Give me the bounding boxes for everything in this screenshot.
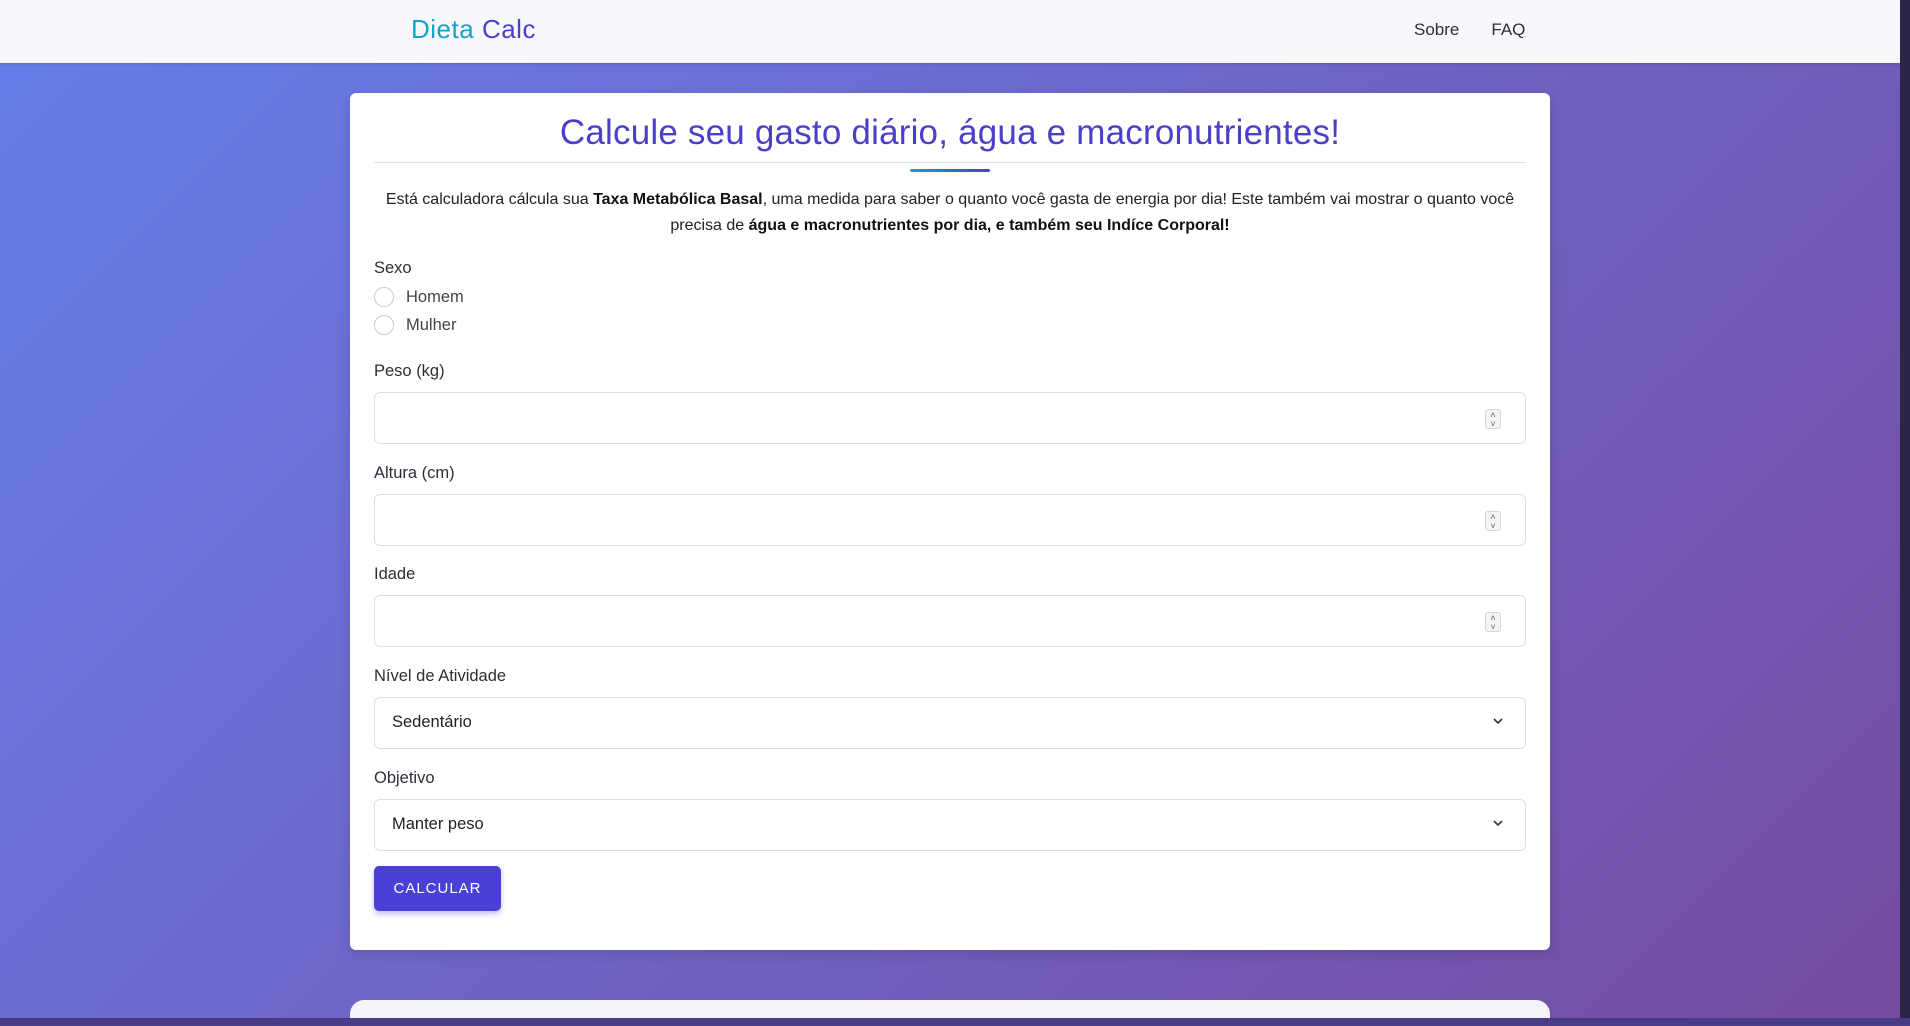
- intro-text: Está calculadora cálcula sua Taxa Metabó…: [374, 187, 1526, 239]
- altura-input[interactable]: ˄ ˅: [374, 494, 1526, 546]
- peso-spinner-icon[interactable]: ˄ ˅: [1485, 409, 1501, 429]
- atividade-selected-value: Sedentário: [392, 713, 472, 731]
- calculator-card: Calcule seu gasto diário, água e macronu…: [350, 93, 1550, 950]
- title-divider: [374, 162, 1526, 163]
- idade-spinner-icon[interactable]: ˄ ˅: [1485, 612, 1501, 632]
- altura-label: Altura (cm): [374, 464, 455, 482]
- window-edge-right: [1900, 0, 1910, 1026]
- idade-input[interactable]: ˄ ˅: [374, 595, 1526, 647]
- radio-circle-homem[interactable]: [374, 287, 394, 307]
- nav-link-faq[interactable]: FAQ: [1491, 20, 1525, 40]
- altura-spinner-icon[interactable]: ˄ ˅: [1485, 511, 1501, 531]
- nav-links: Sobre FAQ: [1414, 20, 1525, 40]
- idade-label: Idade: [374, 565, 416, 583]
- objetivo-label: Objetivo: [374, 769, 435, 787]
- nav-link-sobre[interactable]: Sobre: [1414, 20, 1459, 40]
- page-title: Calcule seu gasto diário, água e macronu…: [559, 113, 1341, 152]
- intro-text-bold2: água e macronutrientes por dia, e também…: [748, 217, 1230, 234]
- intro-text-part1: Está calculadora cálcula sua: [385, 191, 594, 208]
- atividade-select[interactable]: Sedentário: [374, 697, 1526, 749]
- results-card-partial: [350, 1000, 1550, 1018]
- sexo-label: Sexo: [374, 259, 412, 277]
- radio-mulher[interactable]: Mulher: [374, 315, 456, 335]
- intro-text-bold1: Taxa Metabólica Basal: [593, 191, 763, 208]
- navbar: Dieta Calc Sobre FAQ: [0, 0, 1900, 63]
- page-background: Dieta Calc Sobre FAQ Calcule seu gasto d…: [0, 0, 1900, 1018]
- brand-part-dieta: Dieta: [411, 14, 475, 44]
- brand-logo[interactable]: Dieta Calc: [411, 14, 536, 45]
- window-edge-bottom: [0, 1018, 1910, 1026]
- calcular-button[interactable]: CALCULAR: [374, 866, 501, 911]
- radio-homem[interactable]: Homem: [374, 287, 464, 307]
- chevron-down-icon: [1493, 820, 1503, 827]
- objetivo-select[interactable]: Manter peso: [374, 799, 1526, 851]
- objetivo-selected-value: Manter peso: [392, 815, 484, 833]
- radio-label-mulher: Mulher: [406, 315, 457, 334]
- chevron-down-icon: [1493, 718, 1503, 725]
- peso-input[interactable]: ˄ ˅: [374, 392, 1526, 444]
- radio-circle-mulher[interactable]: [374, 315, 394, 335]
- atividade-label: Nível de Atividade: [374, 667, 507, 685]
- radio-label-homem: Homem: [406, 287, 464, 306]
- peso-label: Peso (kg): [374, 362, 445, 380]
- title-accent-underline: [910, 169, 990, 172]
- brand-part-calc: Calc: [481, 14, 536, 44]
